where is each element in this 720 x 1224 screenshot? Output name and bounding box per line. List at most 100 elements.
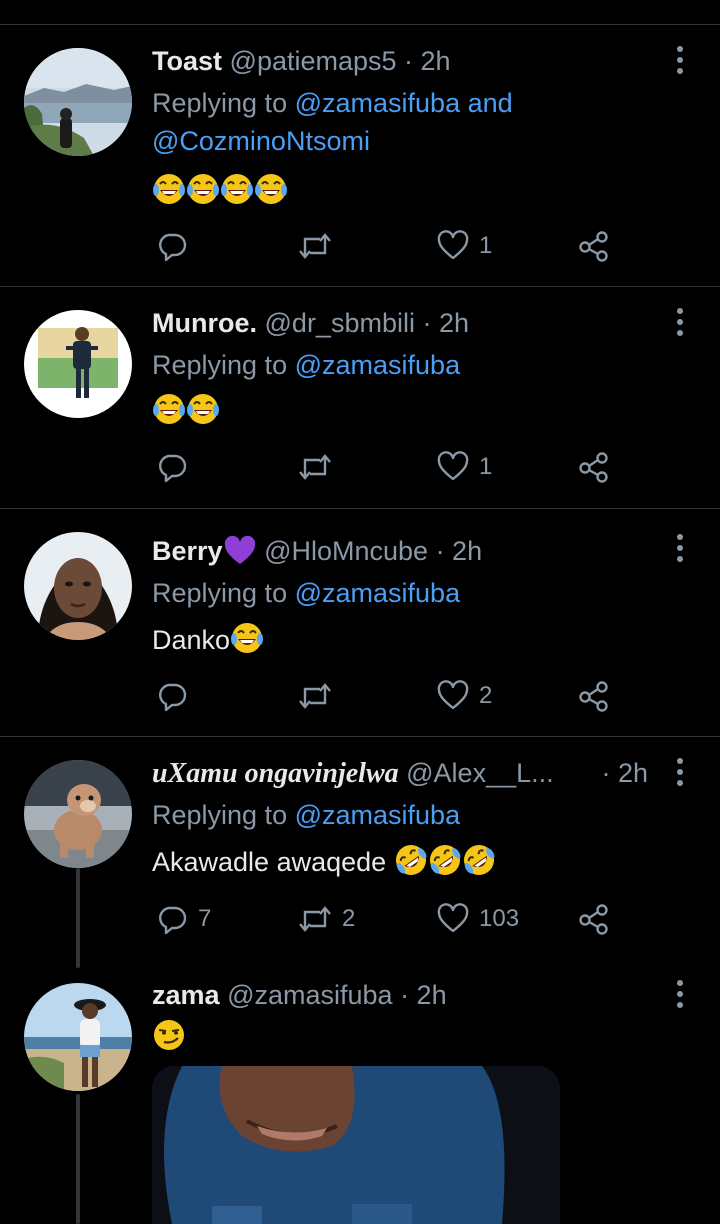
timestamp[interactable]: · 2h bbox=[436, 536, 483, 566]
mention-link[interactable]: @zamasifuba bbox=[295, 800, 460, 830]
retweet-button[interactable]: 2 bbox=[298, 901, 355, 937]
like-button[interactable]: 1 bbox=[437, 228, 492, 264]
replying-to: Replying to @zamasifuba bbox=[152, 346, 632, 384]
replying-to: Replying to @zamasifuba bbox=[152, 796, 632, 834]
retweet-icon bbox=[299, 233, 331, 259]
retweet-button[interactable] bbox=[298, 678, 342, 714]
user-handle[interactable]: @patiemaps5 bbox=[230, 46, 397, 76]
like-count: 2 bbox=[479, 682, 493, 709]
timestamp[interactable]: · 2h bbox=[601, 756, 648, 790]
face-with-tears-of-joy-icon bbox=[230, 621, 264, 664]
tweet-header: Toast @patiemaps5 · 2h bbox=[152, 44, 660, 78]
reply-count: 7 bbox=[198, 905, 212, 932]
like-button[interactable]: 2 bbox=[437, 678, 492, 714]
tweet-berry[interactable]: Berry @HloMncube · 2h Replying to @zamas… bbox=[0, 509, 720, 737]
replying-to: Replying to @zamasifuba and @CozminoNtso… bbox=[152, 84, 632, 160]
reply-icon bbox=[159, 233, 187, 262]
display-name[interactable]: uXamu ongavinjelwa bbox=[152, 758, 399, 789]
tweet-header: Munroe. @dr_sbmbili · 2h bbox=[152, 306, 660, 340]
tweet-actions: 1 bbox=[152, 449, 622, 485]
share-icon bbox=[579, 904, 608, 935]
more-options-icon[interactable] bbox=[676, 980, 684, 1008]
avatar[interactable] bbox=[24, 983, 132, 1091]
replying-to-label: Replying to bbox=[152, 88, 288, 118]
purple-heart-icon bbox=[223, 535, 257, 574]
share-button[interactable] bbox=[578, 678, 610, 714]
replying-to: Replying to @zamasifuba bbox=[152, 574, 632, 612]
more-options-icon[interactable] bbox=[676, 46, 684, 74]
face-with-tears-of-joy-icon bbox=[152, 392, 186, 435]
tweet-media-image[interactable] bbox=[152, 1066, 560, 1224]
user-handle[interactable]: @zamasifuba bbox=[227, 980, 392, 1010]
face-with-tears-of-joy-icon bbox=[254, 172, 288, 215]
display-name[interactable]: zama bbox=[152, 980, 220, 1010]
tweet-header: zama @zamasifuba · 2h bbox=[152, 978, 660, 1012]
tweet-header: uXamu ongavinjelwa @Alex__L... bbox=[152, 756, 560, 790]
display-name[interactable]: Munroe. bbox=[152, 308, 257, 338]
face-with-tears-of-joy-icon bbox=[186, 172, 220, 215]
more-options-icon[interactable] bbox=[676, 308, 684, 336]
rolling-on-floor-laughing-icon bbox=[394, 843, 428, 886]
mention-link[interactable]: @zamasifuba bbox=[295, 578, 460, 608]
retweet-count: 2 bbox=[342, 905, 356, 932]
tweet-actions: 1 bbox=[152, 228, 622, 264]
heart-icon bbox=[437, 903, 469, 933]
user-handle[interactable]: @HloMncube bbox=[264, 536, 428, 566]
tweet-uxamu[interactable]: uXamu ongavinjelwa @Alex__L... · 2h Repl… bbox=[0, 737, 720, 968]
smirking-face-icon bbox=[152, 1018, 186, 1061]
reply-icon bbox=[159, 906, 187, 935]
share-button[interactable] bbox=[578, 449, 610, 485]
heart-icon bbox=[437, 680, 469, 710]
tweet-text: Akawadle awaqede bbox=[152, 843, 496, 886]
retweet-button[interactable] bbox=[298, 228, 342, 264]
retweet-icon bbox=[299, 454, 331, 480]
share-button[interactable] bbox=[578, 901, 610, 937]
reply-button[interactable] bbox=[156, 678, 198, 714]
timestamp[interactable]: · 2h bbox=[400, 980, 447, 1010]
face-with-tears-of-joy-icon bbox=[220, 172, 254, 215]
avatar[interactable] bbox=[24, 532, 132, 640]
share-icon bbox=[579, 231, 608, 262]
avatar[interactable] bbox=[24, 310, 132, 418]
tweet-text: Danko bbox=[152, 621, 264, 664]
retweet-button[interactable] bbox=[298, 449, 342, 485]
mention-link[interactable]: @CozminoNtsomi bbox=[152, 126, 370, 156]
like-count: 103 bbox=[479, 905, 520, 932]
face-with-tears-of-joy-icon bbox=[152, 172, 186, 215]
avatar[interactable] bbox=[24, 48, 132, 156]
user-handle[interactable]: @dr_sbmbili bbox=[265, 308, 415, 338]
retweet-icon bbox=[299, 683, 331, 709]
tweet-actions: 2 bbox=[152, 678, 622, 714]
reply-button[interactable] bbox=[156, 449, 198, 485]
avatar[interactable] bbox=[24, 760, 132, 868]
user-handle[interactable]: @Alex__L... bbox=[406, 758, 554, 788]
tweet-text bbox=[152, 392, 220, 435]
like-button[interactable]: 103 bbox=[437, 901, 519, 937]
thread-connector-line bbox=[76, 868, 80, 968]
reply-button[interactable] bbox=[156, 228, 198, 264]
share-button[interactable] bbox=[578, 228, 610, 264]
tweet-text-content: Danko bbox=[152, 625, 231, 655]
mention-link[interactable]: @zamasifuba bbox=[295, 88, 460, 118]
replying-to-label: Replying to bbox=[152, 578, 288, 608]
like-button[interactable]: 1 bbox=[437, 449, 492, 485]
rolling-on-floor-laughing-icon bbox=[428, 843, 462, 886]
mention-link[interactable]: @zamasifuba bbox=[295, 350, 460, 380]
face-with-tears-of-joy-icon bbox=[186, 392, 220, 435]
timestamp[interactable]: · 2h bbox=[404, 46, 451, 76]
replying-to-label: Replying to bbox=[152, 350, 288, 380]
display-name[interactable]: Toast bbox=[152, 46, 222, 76]
thread-connector-line bbox=[76, 1094, 80, 1224]
display-name[interactable]: Berry bbox=[152, 536, 223, 566]
reply-icon bbox=[159, 683, 187, 712]
reply-button[interactable]: 7 bbox=[156, 901, 211, 937]
rolling-on-floor-laughing-icon bbox=[462, 843, 496, 886]
tweet-toast[interactable]: Toast @patiemaps5 · 2h Replying to @zama… bbox=[0, 25, 720, 287]
timestamp[interactable]: · 2h bbox=[422, 308, 469, 338]
retweet-icon bbox=[299, 906, 331, 932]
more-options-icon[interactable] bbox=[676, 534, 684, 562]
more-options-icon[interactable] bbox=[676, 758, 684, 786]
replying-to-label: Replying to bbox=[152, 800, 288, 830]
tweet-actions: 7 2 103 bbox=[152, 901, 622, 937]
tweet-munroe[interactable]: Munroe. @dr_sbmbili · 2h Replying to @za… bbox=[0, 287, 720, 509]
